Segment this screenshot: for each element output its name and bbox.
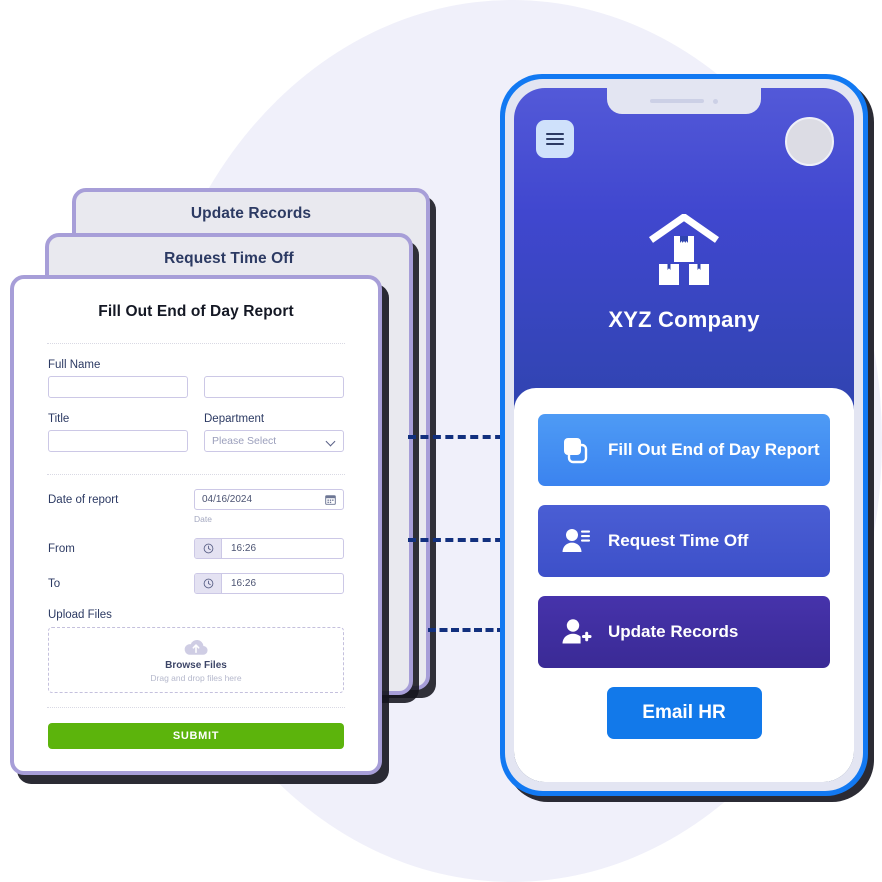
user-plus-icon	[562, 619, 592, 644]
date-of-report-value: 04/16/2024	[202, 494, 253, 505]
warehouse-boxes-icon	[648, 212, 720, 285]
from-label: From	[48, 542, 75, 555]
action-update-records-label: Update Records	[608, 622, 739, 641]
date-of-report-hint: Date	[194, 514, 212, 524]
speaker-grill	[650, 99, 704, 103]
hamburger-menu-button[interactable]	[536, 120, 574, 158]
full-name-row	[48, 376, 344, 398]
avatar[interactable]	[785, 117, 834, 166]
to-time-input[interactable]: 16:26	[194, 573, 344, 594]
form-divider-bottom	[47, 707, 345, 708]
title-department-row: Title Department Please Select	[48, 398, 344, 452]
department-select-value: Please Select	[212, 435, 277, 447]
action-request-time-off-label: Request Time Off	[608, 531, 749, 550]
date-of-report-input[interactable]: 04/16/2024	[194, 489, 344, 510]
action-update-records[interactable]: Update Records	[538, 596, 830, 668]
illustration-stage: Update Records Request Time Off Fill Out…	[0, 0, 882, 882]
title-input[interactable]	[48, 430, 188, 452]
phone-bezel: XYZ Company Fill Out End of Day Report R…	[505, 79, 863, 791]
card-update-records-title: Update Records	[190, 205, 312, 222]
action-fill-out-report[interactable]: Fill Out End of Day Report	[538, 414, 830, 486]
full-name-last-input[interactable]	[204, 376, 344, 398]
action-request-time-off[interactable]: Request Time Off	[538, 505, 830, 577]
date-of-report-row: Date of report 04/16/2024	[48, 489, 344, 510]
phone-screen: XYZ Company Fill Out End of Day Report R…	[514, 88, 854, 782]
to-label: To	[48, 577, 61, 590]
file-dropzone[interactable]: Browse Files Drag and drop files here	[48, 627, 344, 693]
drag-drop-hint: Drag and drop files here	[150, 672, 242, 683]
hamburger-icon	[546, 130, 564, 148]
department-label: Department	[204, 413, 265, 425]
title-label: Title	[48, 413, 70, 425]
upload-cloud-icon	[184, 639, 208, 655]
action-fill-out-report-label: Fill Out End of Day Report	[608, 440, 820, 459]
end-of-day-report-form: Fill Out End of Day Report Full Name Tit…	[14, 279, 378, 771]
from-time-row: From 16:26	[48, 538, 344, 559]
clock-icon[interactable]	[195, 539, 222, 558]
app-branding: XYZ Company	[514, 212, 854, 333]
form-title: Fill Out End of Day Report	[98, 303, 294, 320]
calendar-icon	[325, 495, 336, 505]
phone-notch	[607, 88, 761, 114]
upload-files-label: Upload Files	[48, 609, 112, 621]
department-select[interactable]: Please Select	[204, 430, 344, 452]
chevron-down-icon	[327, 437, 336, 446]
from-time-input[interactable]: 16:26	[194, 538, 344, 559]
card-end-of-day-report[interactable]: Fill Out End of Day Report Full Name Tit…	[10, 275, 382, 775]
to-time-row: To 16:26	[48, 573, 344, 594]
card-request-time-off-title: Request Time Off	[164, 250, 294, 267]
full-name-first-input[interactable]	[48, 376, 188, 398]
full-name-label: Full Name	[48, 359, 101, 371]
user-list-icon	[562, 529, 590, 552]
email-hr-button[interactable]: Email HR	[606, 687, 762, 739]
company-name: XYZ Company	[608, 307, 760, 332]
date-of-report-label: Date of report	[48, 493, 119, 506]
browse-files-label[interactable]: Browse Files	[165, 660, 227, 671]
action-sheet: Fill Out End of Day Report Request Time …	[514, 388, 854, 782]
front-camera-icon	[713, 98, 718, 104]
phone-frame: XYZ Company Fill Out End of Day Report R…	[500, 74, 868, 796]
copy-squares-icon	[564, 438, 588, 464]
to-time-value: 16:26	[231, 578, 257, 589]
from-time-value: 16:26	[231, 543, 257, 554]
form-divider-top	[47, 343, 345, 344]
submit-button[interactable]: SUBMIT	[48, 723, 344, 749]
form-divider-middle	[47, 474, 345, 475]
clock-icon[interactable]	[195, 574, 222, 593]
